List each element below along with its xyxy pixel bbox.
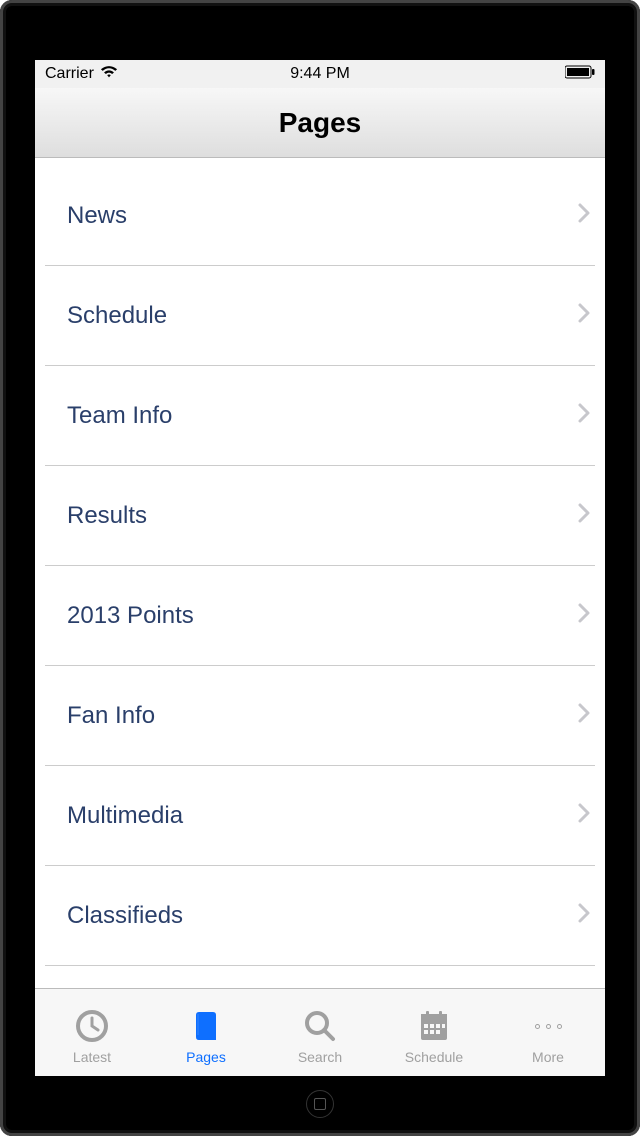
list-item-label: News	[67, 202, 127, 230]
carrier-label: Carrier	[45, 65, 94, 83]
tab-search[interactable]: Search	[263, 1006, 377, 1065]
home-button[interactable]	[306, 1090, 334, 1118]
list-item[interactable]: News	[45, 166, 595, 266]
tab-label: Latest	[73, 1049, 111, 1065]
chevron-right-icon	[577, 302, 591, 329]
clock-icon	[72, 1006, 112, 1046]
chevron-right-icon	[577, 702, 591, 729]
tab-label: Pages	[186, 1049, 226, 1065]
list-item-label: Multimedia	[67, 802, 183, 830]
list-item-label: Team Info	[67, 402, 172, 430]
chevron-right-icon	[577, 402, 591, 429]
chevron-right-icon	[577, 902, 591, 929]
pages-list[interactable]: News Schedule Team Info Results 2013 Points F…	[35, 158, 605, 988]
chevron-right-icon	[577, 202, 591, 229]
list-item[interactable]: 2013 Points	[45, 566, 595, 666]
calendar-icon	[414, 1006, 454, 1046]
clock-label: 9:44 PM	[290, 65, 350, 83]
chevron-right-icon	[577, 802, 591, 829]
status-left: Carrier	[45, 65, 118, 84]
chevron-right-icon	[577, 602, 591, 629]
status-bar: Carrier 9:44 PM	[35, 60, 605, 88]
screen: Carrier 9:44 PM Pages News Schedule Team I…	[35, 60, 605, 1076]
tab-label: More	[532, 1049, 564, 1065]
wifi-icon	[100, 65, 118, 84]
book-icon	[186, 1006, 226, 1046]
list-item-label: Schedule	[67, 302, 167, 330]
battery-icon	[565, 66, 595, 83]
tab-schedule[interactable]: Schedule	[377, 1006, 491, 1065]
tab-pages[interactable]: Pages	[149, 1006, 263, 1065]
tab-bar: Latest Pages Search Schedule More	[35, 988, 605, 1076]
list-item[interactable]: Results	[45, 466, 595, 566]
list-item[interactable]: Fan Info	[45, 666, 595, 766]
list-item-label: Classifieds	[67, 902, 183, 930]
list-item[interactable]: Multimedia	[45, 766, 595, 866]
list-item-label: Results	[67, 502, 147, 530]
tab-label: Schedule	[405, 1049, 463, 1065]
tab-more[interactable]: More	[491, 1006, 605, 1065]
search-icon	[300, 1006, 340, 1046]
page-title: Pages	[279, 107, 362, 139]
list-item-label: 2013 Points	[67, 602, 194, 630]
device-frame: Carrier 9:44 PM Pages News Schedule Team I…	[0, 0, 640, 1136]
status-right	[565, 65, 595, 84]
chevron-right-icon	[577, 502, 591, 529]
list-item[interactable]: Classifieds	[45, 866, 595, 966]
header: Pages	[35, 88, 605, 158]
tab-label: Search	[298, 1049, 342, 1065]
list-item[interactable]: Team Info	[45, 366, 595, 466]
tab-latest[interactable]: Latest	[35, 1006, 149, 1065]
more-icon	[528, 1006, 568, 1046]
list-item[interactable]: Schedule	[45, 266, 595, 366]
list-item-label: Fan Info	[67, 702, 155, 730]
